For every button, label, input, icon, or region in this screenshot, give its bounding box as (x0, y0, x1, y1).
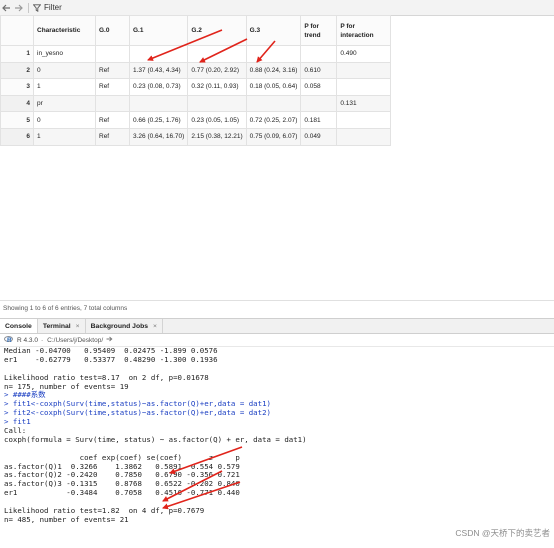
toolbar-divider (28, 2, 29, 13)
cell-g2 (187, 94, 247, 113)
cell-row-number: 3 (0, 78, 34, 96)
filter-button[interactable]: Filter (33, 3, 62, 12)
cell-g1: 0.66 (0.25, 1.76) (128, 111, 189, 129)
cell-p-for-trend: 0.058 (300, 78, 338, 96)
cell-p-for-interaction (336, 78, 392, 96)
cell-p-for-trend (300, 94, 338, 113)
cell-g3: 0.72 (0.25, 2.07) (245, 111, 302, 129)
cell-p-for-trend: 0.610 (300, 61, 338, 80)
table-status-text: Showing 1 to 6 of 6 entries, 7 total col… (0, 300, 554, 316)
cell-g2 (187, 45, 247, 63)
cell-g1 (128, 45, 189, 63)
forward-arrow-icon[interactable] (12, 2, 24, 13)
column-header-g2[interactable]: G.2 (187, 15, 247, 46)
cell-row-number: 2 (0, 61, 34, 80)
cell-g0: Ref (95, 111, 130, 129)
viewer-toolbar: Filter (0, 0, 554, 16)
cell-g2: 0.32 (0.11, 0.93) (187, 78, 247, 96)
r-version: R 4.3.0 (17, 336, 38, 344)
cell-g3: 0.88 (0.24, 3.16) (245, 61, 302, 80)
cell-row-number: 4 (0, 94, 34, 113)
cell-p-for-trend: 0.049 (300, 127, 338, 146)
console-output[interactable]: Median -0.04700 0.95409 0.02475 -1.899 0… (4, 346, 549, 525)
cell-g1: 3.26 (0.64, 16.70) (128, 127, 189, 146)
cell-g3: 0.75 (0.09, 6.07) (245, 127, 302, 146)
watermark: CSDN @天桥下的卖艺者 (455, 528, 550, 538)
console-output-line: er1 -0.3484 0.7058 0.4516 -0.771 0.440 (4, 488, 240, 498)
column-header-p-for-trend[interactable]: P for trend (300, 15, 338, 46)
cell-g3 (245, 94, 302, 113)
tab-label: Background Jobs (90, 322, 149, 330)
console-output-line: n= 175, number of events= 19 (4, 381, 129, 391)
tab-label: Console (5, 322, 32, 330)
tab-background-jobs[interactable]: Background Jobs × (86, 319, 164, 333)
cell-p-for-interaction (336, 111, 392, 129)
table-row[interactable]: 5 0 Ref 0.66 (0.25, 1.76) 0.23 (0.05, 1.05) 0… (0, 111, 392, 129)
column-header-g1[interactable]: G.1 (128, 15, 189, 46)
cell-characteristic: 0 (33, 111, 96, 129)
cell-p-for-interaction: 0.490 (336, 45, 392, 63)
go-to-directory-icon[interactable] (106, 336, 113, 344)
r-logo-icon: R (4, 336, 14, 344)
cell-p-for-interaction (336, 127, 392, 146)
cell-characteristic: 1 (33, 78, 96, 96)
cell-g0: Ref (95, 78, 130, 96)
console-output-line: er1 -0.62779 0.53377 0.48290 -1.300 0.19… (4, 354, 218, 364)
console-output-line: n= 485, number of events= 21 (4, 514, 129, 524)
cell-g2: 0.77 (0.20, 2.92) (187, 61, 247, 80)
working-directory: C:/Users/j/Desktop/ (47, 336, 104, 344)
cell-g0: Ref (95, 127, 130, 146)
cell-g1: 1.37 (0.43, 4.34) (128, 61, 189, 80)
table-row[interactable]: 4 pr 0.131 (0, 94, 392, 113)
cell-characteristic: 0 (33, 61, 96, 80)
cell-p-for-interaction (336, 61, 392, 80)
column-header-g3[interactable]: G.3 (245, 15, 302, 46)
filter-icon (33, 3, 41, 12)
cell-g1 (128, 94, 189, 113)
tab-console[interactable]: Console (0, 319, 38, 333)
console-command-line: > fit2<-coxph(Surv(time,status)~as.facto… (4, 408, 271, 418)
cell-characteristic: pr (33, 94, 96, 113)
column-header-characteristic[interactable]: Characteristic (33, 15, 96, 46)
cell-p-for-trend: 0.181 (300, 111, 338, 129)
cell-characteristic: 1 (33, 127, 96, 146)
table-row[interactable]: 3 1 Ref 0.23 (0.08, 0.73) 0.32 (0.11, 0.93) 0… (0, 78, 392, 96)
data-viewer-table: Characteristic G.0 G.1 G.2 G.3 P for tre… (0, 15, 392, 146)
column-header-p-for-interaction[interactable]: P for interaction (336, 15, 392, 46)
column-header-rownames[interactable] (0, 15, 34, 46)
cell-g3: 0.18 (0.05, 0.64) (245, 78, 302, 96)
cell-g0 (95, 45, 130, 63)
cell-row-number: 5 (0, 111, 34, 129)
cell-p-for-interaction: 0.131 (336, 94, 392, 113)
cell-row-number: 6 (0, 127, 34, 146)
tab-terminal[interactable]: Terminal × (38, 319, 86, 333)
cell-g0 (95, 94, 130, 113)
console-output-line: coxph(formula = Surv(time, status) ~ as.… (4, 434, 307, 444)
tab-label: Terminal (42, 322, 71, 330)
close-icon[interactable]: × (153, 323, 157, 330)
cell-g2: 2.15 (0.38, 12.21) (187, 127, 247, 146)
console-command-line: > fit1 (4, 417, 31, 427)
table-row[interactable]: 2 0 Ref 1.37 (0.43, 4.34) 0.77 (0.20, 2.92) 0… (0, 61, 392, 80)
cell-g1: 0.23 (0.08, 0.73) (128, 78, 189, 96)
cell-g3 (245, 45, 302, 63)
path-separator: · (40, 336, 44, 344)
column-header-g0[interactable]: G.0 (95, 15, 130, 46)
table-row[interactable]: 1 in_yesno 0.490 (0, 45, 392, 63)
console-tabbar: Console Terminal × Background Jobs × (0, 318, 554, 334)
cell-row-number: 1 (0, 45, 34, 63)
cell-characteristic: in_yesno (33, 45, 96, 63)
table-header-row: Characteristic G.0 G.1 G.2 G.3 P for tre… (0, 15, 392, 46)
filter-label: Filter (44, 3, 62, 12)
table-row[interactable]: 6 1 Ref 3.26 (0.64, 16.70) 2.15 (0.38, 12.21… (0, 127, 392, 146)
cell-p-for-trend (300, 45, 338, 63)
cell-g2: 0.23 (0.05, 1.05) (187, 111, 247, 129)
close-icon[interactable]: × (76, 323, 80, 330)
cell-g0: Ref (95, 61, 130, 80)
back-arrow-icon[interactable] (0, 2, 12, 13)
